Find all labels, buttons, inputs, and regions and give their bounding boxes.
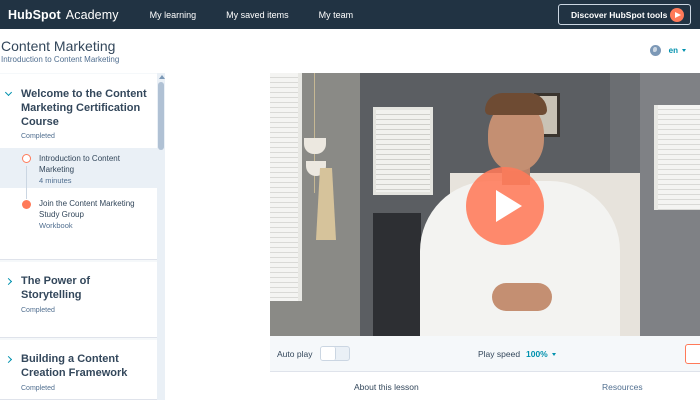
- section-status: Completed: [21, 307, 55, 314]
- play-speed-value: 100%: [526, 349, 548, 359]
- sidebar-scroll-thumb[interactable]: [158, 82, 164, 150]
- autoplay-toggle[interactable]: [320, 346, 350, 361]
- tab-about-this-lesson[interactable]: About this lesson: [354, 382, 419, 392]
- course-breadcrumb[interactable]: Introduction to Content Marketing: [1, 55, 119, 64]
- course-title: Content Marketing: [1, 38, 116, 54]
- section-status: Completed: [21, 133, 55, 140]
- play-speed-label: Play speed: [478, 349, 521, 359]
- play-speed-dropdown[interactable]: 100%: [526, 349, 556, 359]
- discover-tools-button[interactable]: Discover HubSpot tools: [558, 4, 691, 25]
- top-nav: HubSpot Academy My learning My saved ite…: [0, 0, 700, 29]
- video-scene-window: [654, 105, 700, 210]
- globe-icon: [649, 45, 661, 56]
- logo-suffix: Academy: [65, 7, 119, 22]
- chevron-down-icon[interactable]: [4, 88, 13, 97]
- sidebar-section-framework[interactable]: Building a Content Creation Framework Co…: [0, 340, 157, 400]
- video-scene-window: [270, 73, 302, 301]
- section-status: Completed: [21, 385, 55, 392]
- language-value: en: [668, 46, 678, 55]
- chevron-right-icon[interactable]: [4, 355, 13, 364]
- video-scene-window: [373, 107, 433, 195]
- video-scene-tv: [373, 213, 421, 336]
- chevron-right-icon[interactable]: [4, 277, 13, 286]
- lesson-meta: Workbook: [39, 221, 73, 230]
- lesson-meta: 4 minutes: [39, 176, 72, 185]
- language-selector[interactable]: en: [649, 45, 686, 56]
- tab-resources[interactable]: Resources: [602, 382, 643, 392]
- autoplay-label: Auto play: [277, 349, 313, 359]
- video-presenter-hair: [485, 93, 547, 115]
- sidebar-section-storytelling[interactable]: The Power of Storytelling Completed: [0, 262, 157, 338]
- section-title[interactable]: Building a Content Creation Framework: [21, 352, 153, 380]
- lesson-item-study-group[interactable]: Join the Content Marketing Study Group W…: [0, 194, 157, 234]
- logo-text: HubSpot: [8, 7, 61, 22]
- nav-my-saved-items[interactable]: My saved items: [226, 10, 289, 20]
- video-presenter-hands: [492, 283, 552, 311]
- hubspot-academy-logo[interactable]: HubSpot Academy: [8, 8, 119, 22]
- nav-my-learning[interactable]: My learning: [150, 10, 197, 20]
- toggle-knob: [321, 347, 336, 360]
- discover-tools-label: Discover HubSpot tools: [571, 9, 668, 20]
- section-title[interactable]: Welcome to the Content Marketing Certifi…: [21, 87, 153, 129]
- scroll-up-arrow-icon[interactable]: [159, 75, 165, 79]
- sidebar-section-welcome[interactable]: Welcome to the Content Marketing Certifi…: [0, 74, 157, 260]
- lesson-progress-ring-icon: [22, 154, 31, 163]
- lesson-title: Introduction to Content Marketing: [39, 154, 120, 174]
- chevron-down-icon: [551, 352, 556, 356]
- play-icon: [670, 8, 684, 22]
- video-play-button[interactable]: [466, 167, 544, 245]
- nav-my-team[interactable]: My team: [319, 10, 354, 20]
- lesson-complete-dot-icon: [22, 200, 31, 209]
- lesson-item-intro[interactable]: Introduction to Content Marketing 4 minu…: [0, 148, 157, 188]
- chevron-down-icon: [682, 49, 686, 52]
- next-lesson-button[interactable]: [685, 344, 700, 364]
- lesson-title: Join the Content Marketing Study Group: [39, 199, 135, 219]
- section-title[interactable]: The Power of Storytelling: [21, 274, 153, 302]
- video-controls-bar: Auto play Play speed 100%: [270, 336, 700, 372]
